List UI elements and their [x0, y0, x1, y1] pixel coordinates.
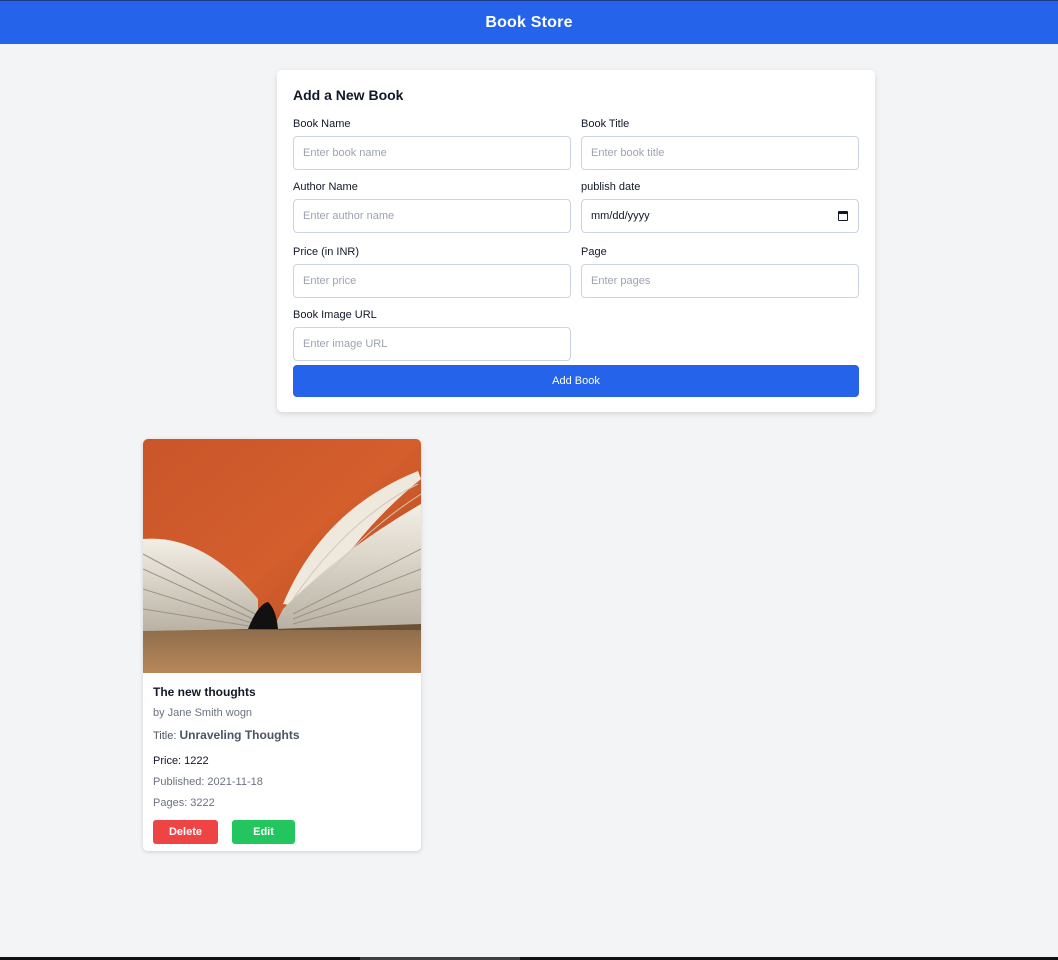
image-url-label: Book Image URL: [293, 309, 377, 321]
image-url-input[interactable]: Enter image URL: [293, 327, 571, 361]
author-name-input[interactable]: Enter author name: [293, 199, 571, 233]
add-book-button[interactable]: Add Book: [293, 365, 859, 397]
book-title-line: Title: Unraveling Thoughts: [153, 728, 300, 742]
form-heading: Add a New Book: [293, 87, 404, 103]
book-title-prefix: Title:: [153, 730, 177, 742]
image-url-field: Book Image URL Enter image URL: [293, 308, 571, 361]
pages-input[interactable]: Enter pages: [581, 264, 859, 298]
publish-date-input[interactable]: mm/dd/yyyy: [581, 199, 859, 233]
book-cover-image: [143, 439, 421, 673]
add-book-form: Add a New Book Book Name Enter book name…: [277, 70, 875, 412]
publish-date-label: publish date: [581, 181, 641, 193]
book-title-value: Unraveling Thoughts: [179, 728, 300, 742]
book-name-input[interactable]: Enter book name: [293, 136, 571, 170]
delete-button[interactable]: Delete: [153, 820, 218, 844]
book-title-input[interactable]: Enter book title: [581, 136, 859, 170]
author-name-field: Author Name Enter author name: [293, 180, 571, 233]
book-card: The new thoughts by Jane Smith wogn Titl…: [143, 439, 421, 851]
book-title-field: Book Title Enter book title: [581, 117, 859, 170]
publish-date-field: publish date mm/dd/yyyy: [581, 180, 859, 233]
book-title-label: Book Title: [581, 118, 630, 130]
book-author: by Jane Smith wogn: [153, 707, 253, 719]
book-name-field: Book Name Enter book name: [293, 117, 571, 170]
price-input[interactable]: Enter price: [293, 264, 571, 298]
publish-date-placeholder: mm/dd/yyyy: [591, 210, 650, 222]
calendar-icon[interactable]: [838, 211, 848, 221]
app-header: Book Store: [0, 0, 1058, 44]
pages-label: Page: [581, 246, 607, 258]
book-name: The new thoughts: [153, 685, 256, 699]
author-name-label: Author Name: [293, 181, 358, 193]
edit-button[interactable]: Edit: [232, 820, 295, 844]
price-field: Price (in INR) Enter price: [293, 245, 571, 298]
price-label: Price (in INR): [293, 246, 360, 258]
book-price: Price: 1222: [153, 755, 209, 767]
app-title: Book Store: [485, 13, 573, 31]
book-name-label: Book Name: [293, 118, 351, 130]
book-pages: Pages: 3222: [153, 797, 215, 809]
pages-field: Page Enter pages: [581, 245, 859, 298]
book-published: Published: 2021-11-18: [153, 776, 263, 788]
